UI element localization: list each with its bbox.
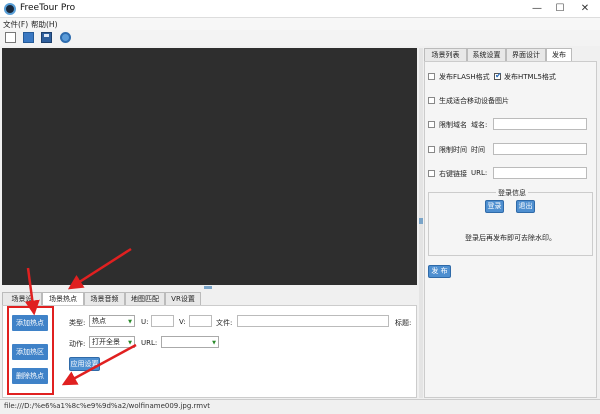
status-text: file:///D:/%e6%a1%8c%e9%9d%a2/wolfiname0… (4, 402, 210, 410)
arrow-to-add-hotspot (24, 267, 40, 316)
annotation-arrows (24, 247, 137, 386)
arrow-to-hotspot-tab (67, 247, 132, 290)
arrow-to-delete-hotspot (61, 343, 137, 386)
